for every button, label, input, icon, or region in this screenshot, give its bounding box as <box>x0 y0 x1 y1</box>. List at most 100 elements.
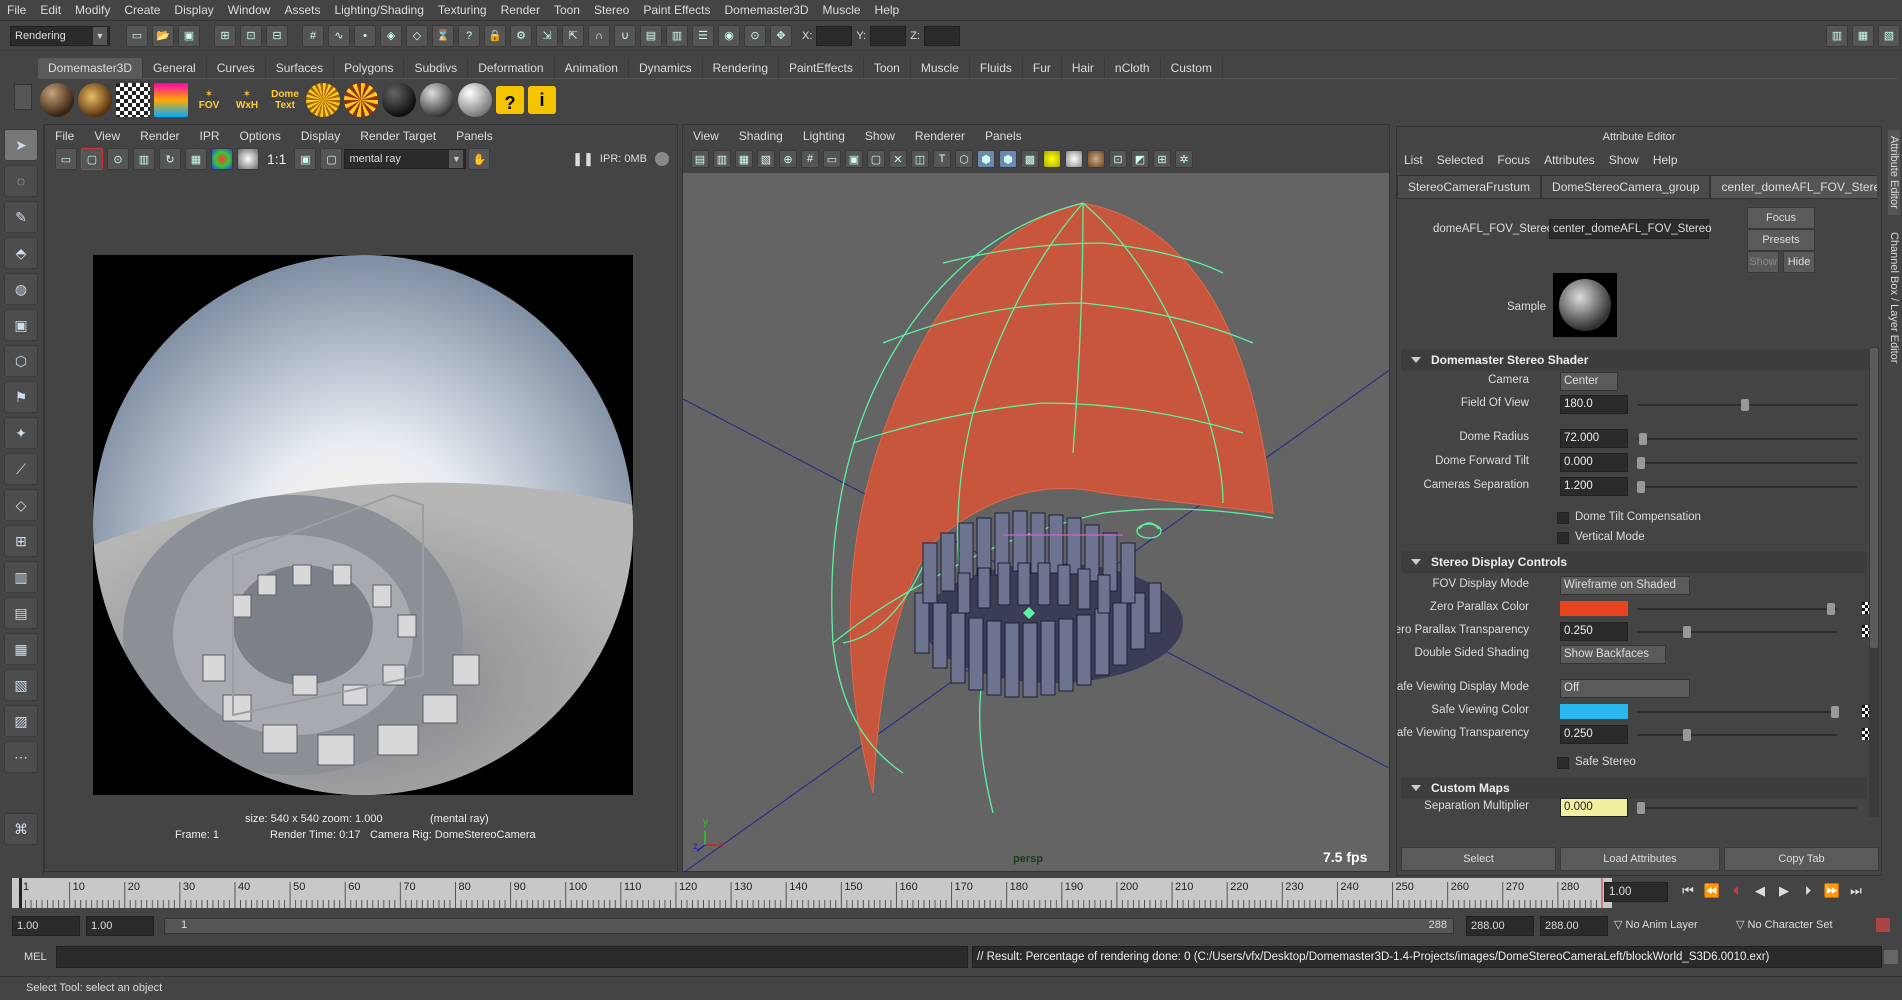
redo-render-icon[interactable]: ▭ <box>55 148 77 170</box>
step-back-icon[interactable]: ⏴ <box>1724 880 1748 902</box>
go-end-icon[interactable]: ⏭ <box>1844 880 1868 902</box>
svc-swatch[interactable] <box>1560 704 1628 719</box>
zpt-slider[interactable] <box>1637 626 1837 638</box>
info-icon[interactable]: i <box>528 85 556 114</box>
refresh-icon[interactable]: ↻ <box>159 148 181 170</box>
move-tool-icon[interactable]: ⬘ <box>4 237 38 269</box>
render-menu-view[interactable]: View <box>84 125 130 147</box>
select-tool-icon[interactable]: ➤ <box>4 129 38 161</box>
show-button[interactable]: Show <box>1747 251 1779 273</box>
shelf-tab-deformation[interactable]: Deformation <box>468 58 555 78</box>
shelf-tab-dynamics[interactable]: Dynamics <box>629 58 703 78</box>
shelf-tab-surfaces[interactable]: Surfaces <box>266 58 335 78</box>
wxh-button[interactable]: ✶ WxH <box>230 89 264 111</box>
radius-field[interactable]: 72.000 <box>1560 429 1628 448</box>
range-slider[interactable]: 1 288 <box>164 918 1454 934</box>
ipr-icon[interactable]: ▥ <box>666 24 688 47</box>
zpc-slider[interactable] <box>1637 603 1837 615</box>
sample-swatch[interactable] <box>1553 273 1617 337</box>
sm-slider-knob[interactable] <box>1637 802 1645 814</box>
shelf-tab-domemaster3d[interactable]: Domemaster3D <box>38 58 144 78</box>
default-light-icon[interactable] <box>1043 150 1061 168</box>
viewport-menu-view[interactable]: View <box>683 125 729 147</box>
select-hierarchy-icon[interactable]: ⊞ <box>214 24 236 47</box>
ratio-label[interactable]: 1:1 <box>267 151 286 167</box>
layout-side-icon[interactable]: ▥ <box>4 561 38 593</box>
render-region-icon[interactable]: ▢ <box>81 148 103 170</box>
grey-sphere-icon[interactable] <box>420 82 454 117</box>
select-object-icon[interactable]: ⊡ <box>240 24 262 47</box>
field-chart-icon[interactable]: ✕ <box>889 150 907 168</box>
isolate-icon[interactable]: ⊡ <box>1109 150 1127 168</box>
smooth-shade-icon[interactable]: ⬢ <box>977 150 995 168</box>
safe-title-icon[interactable]: T <box>933 150 951 168</box>
menu-item-toon[interactable]: Toon <box>547 0 587 21</box>
x-field[interactable] <box>816 25 853 46</box>
input-icon[interactable]: ⇲ <box>536 24 558 47</box>
shelf-tab-muscle[interactable]: Muscle <box>911 58 970 78</box>
playback-start-field[interactable]: 1.00 <box>86 916 154 936</box>
menu-item-texturing[interactable]: Texturing <box>431 0 494 21</box>
output-icon[interactable]: ⇱ <box>562 24 584 47</box>
save-scene-icon[interactable]: ▣ <box>178 24 200 47</box>
viewport-menu-lighting[interactable]: Lighting <box>793 125 855 147</box>
menu-item-assets[interactable]: Assets <box>277 0 327 21</box>
script-editor-icon[interactable] <box>1884 950 1898 964</box>
svdm-dropdown[interactable]: Off <box>1560 679 1690 698</box>
shelf-tab-toon[interactable]: Toon <box>864 58 911 78</box>
step-forward-icon[interactable]: ⏵ <box>1796 880 1820 902</box>
lock-camera-icon[interactable]: ▥ <box>713 150 731 168</box>
snap-point-icon[interactable]: • <box>354 24 376 47</box>
render-menu-panels[interactable]: Panels <box>446 125 503 147</box>
construction-icon[interactable]: ⚙ <box>510 24 532 47</box>
section-stereo-display[interactable]: Stereo Display Controls <box>1401 551 1867 573</box>
menu-item-muscle[interactable]: Muscle <box>816 0 868 21</box>
select-component-icon[interactable]: ⊟ <box>266 24 288 47</box>
section-domemaster-shader[interactable]: Domemaster Stereo Shader <box>1401 349 1877 371</box>
layout-more-icon[interactable]: ⋯ <box>4 741 38 773</box>
fovmode-dropdown[interactable]: Wireframe on Shaded <box>1560 576 1690 595</box>
shadows-icon[interactable] <box>1087 150 1105 168</box>
step-forward-key-icon[interactable]: ⏩ <box>1820 880 1844 902</box>
menu-item-lighting-shading[interactable]: Lighting/Shading <box>327 0 430 21</box>
time-slider[interactable]: 1 10 20 30 40 50 60 70 80 90 100 110 120 130 140 150 160… <box>12 878 1612 908</box>
char-set-dropdown[interactable]: ▽ No Character Set <box>1736 918 1833 931</box>
dome-text-button[interactable]: Dome Text <box>268 89 302 111</box>
menu-item-render[interactable]: Render <box>494 0 547 21</box>
layout-graph-icon[interactable]: ▦ <box>4 633 38 665</box>
snap-surface-icon[interactable]: ◈ <box>380 24 402 47</box>
dome-camera-icon[interactable] <box>1136 522 1162 539</box>
go-start-icon[interactable]: ⏮ <box>1676 880 1700 902</box>
shelf-tab-fur[interactable]: Fur <box>1023 58 1062 78</box>
ae-scrollbar[interactable] <box>1869 347 1879 817</box>
spiral-icon[interactable] <box>344 82 378 117</box>
ae-scroll-area[interactable]: Domemaster Stereo Shader Camera Center Fi… <box>1397 347 1881 817</box>
layout-outliner-icon[interactable]: ▤ <box>4 597 38 629</box>
white-sphere-icon[interactable] <box>458 82 492 117</box>
render-menu-options[interactable]: Options <box>230 125 291 147</box>
xray-icon[interactable]: ◩ <box>1131 150 1149 168</box>
ae-tab-2[interactable]: center_domeAFL_FOV_Stereo <box>1710 175 1877 199</box>
all-lights-icon[interactable] <box>1065 150 1083 168</box>
ipr-tune-icon[interactable]: ▦ <box>185 148 207 170</box>
mel-label[interactable]: MEL <box>24 951 47 963</box>
shelf-tab-hair[interactable]: Hair <box>1062 58 1105 78</box>
camera-dropdown[interactable]: Center <box>1560 372 1618 391</box>
dss-dropdown[interactable]: Show Backfaces <box>1560 645 1666 664</box>
menuset-dropdown[interactable]: Rendering ▼ <box>10 25 110 46</box>
help-icon[interactable]: ? <box>496 85 524 114</box>
menu-item-window[interactable]: Window <box>221 0 278 21</box>
render-settings-icon[interactable]: ☰ <box>692 24 714 47</box>
presets-button[interactable]: Presets <box>1747 229 1815 251</box>
toggle-ae-icon[interactable]: ▥ <box>1826 24 1848 47</box>
menu-item-file[interactable]: File <box>0 0 33 21</box>
zpt-field[interactable]: 0.250 <box>1560 622 1628 641</box>
two-d-pan-icon[interactable]: ⊕ <box>779 150 797 168</box>
svt-slider[interactable] <box>1637 729 1837 741</box>
camera-icon[interactable]: ⊙ <box>744 24 766 47</box>
renderer-dropdown[interactable]: mental ray ▼ <box>344 149 467 169</box>
menu-item-modify[interactable]: Modify <box>68 0 117 21</box>
alpha-channel-icon[interactable] <box>237 148 259 170</box>
remove-image-icon[interactable]: ▢ <box>320 148 343 170</box>
bookmark-icon[interactable]: ▦ <box>735 150 753 168</box>
